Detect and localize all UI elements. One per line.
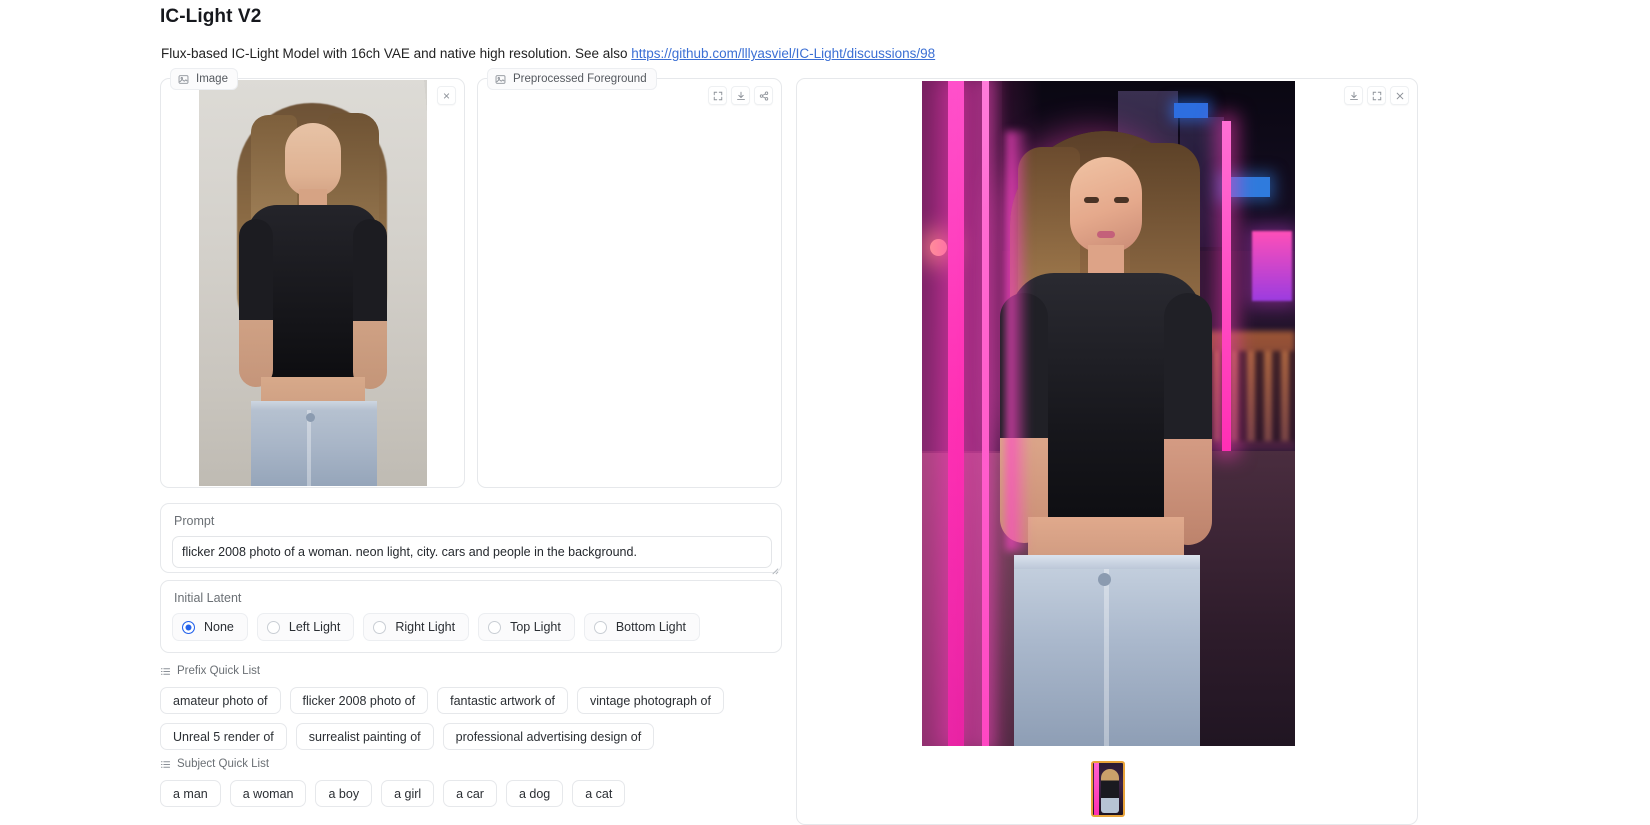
share-icon[interactable] (754, 86, 773, 105)
prefix-quick-list-chips: amateur photo of flicker 2008 photo of f… (160, 687, 800, 750)
prompt-input[interactable]: flicker 2008 photo of a woman. neon ligh… (172, 536, 772, 568)
subject-chip[interactable]: a cat (572, 780, 626, 807)
output-image[interactable] (922, 81, 1295, 746)
prefix-chip[interactable]: surrealist painting of (295, 723, 434, 750)
prefix-quick-list-header[interactable]: Prefix Quick List (160, 665, 260, 677)
radio-indicator (373, 620, 387, 634)
fullscreen-icon[interactable] (708, 86, 727, 105)
prompt-card: Prompt flicker 2008 photo of a woman. ne… (160, 503, 782, 575)
preprocessed-foreground-panel[interactable]: Preprocessed Foreground (477, 68, 782, 488)
input-image-preview[interactable] (162, 80, 463, 486)
radio-indicator (182, 620, 195, 634)
prefix-chip[interactable]: Unreal 5 render of (160, 723, 287, 750)
preprocessed-foreground-tag: Preprocessed Foreground (487, 68, 657, 90)
subject-chip[interactable]: a woman (229, 780, 307, 807)
prefix-quick-list-label: Prefix Quick List (177, 665, 261, 677)
subject-chip[interactable]: a boy (315, 780, 373, 807)
radio-label: None (204, 620, 234, 634)
radio-label: Left Light (288, 620, 341, 634)
initial-latent-label: Initial Latent (174, 591, 242, 605)
subject-chip[interactable]: a man (160, 780, 221, 807)
fullscreen-icon[interactable] (1367, 86, 1386, 105)
list-icon (160, 666, 171, 677)
input-photo (198, 80, 427, 486)
prefix-chip[interactable]: professional advertising design of (442, 723, 655, 750)
subject-quick-list-chips: a man a woman a boy a girl a car a dog a… (160, 780, 800, 807)
description-text: Flux-based IC-Light Model with 16ch VAE … (161, 46, 632, 61)
radio-option-right-light[interactable]: Right Light (363, 613, 470, 641)
discussions-link[interactable]: https://github.com/lllyasviel/IC-Light/d… (631, 46, 935, 61)
close-icon[interactable] (1390, 86, 1409, 105)
output-panel[interactable] (796, 78, 1418, 825)
radio-option-left-light[interactable]: Left Light (256, 613, 355, 641)
input-image-panel[interactable]: Image × (160, 68, 465, 488)
subject-chip[interactable]: a girl (381, 780, 435, 807)
output-thumbnail-strip[interactable] (798, 752, 1416, 823)
radio-label: Right Light (395, 620, 456, 634)
subject-chip[interactable]: a dog (505, 780, 564, 807)
subject-chip[interactable]: a car (443, 780, 497, 807)
output-thumbnail[interactable] (1091, 760, 1125, 817)
prefix-chip[interactable]: vintage photograph of (577, 687, 724, 714)
radio-option-top-light[interactable]: Top Light (478, 613, 575, 641)
radio-option-bottom-light[interactable]: Bottom Light (583, 613, 701, 641)
download-icon[interactable] (1344, 86, 1363, 105)
page-description: Flux-based IC-Light Model with 16ch VAE … (161, 46, 935, 61)
initial-latent-card: Initial Latent None Left Light Right Lig… (160, 580, 782, 653)
download-icon[interactable] (731, 86, 750, 105)
app-root: IC-Light V2 Flux-based IC-Light Model wi… (0, 0, 1650, 825)
radio-indicator (593, 620, 607, 634)
subject-quick-list-header[interactable]: Subject Quick List (160, 758, 269, 770)
prefix-chip[interactable]: flicker 2008 photo of (289, 687, 429, 714)
subject-quick-list-label: Subject Quick List (177, 758, 270, 770)
radio-label: Bottom Light (615, 620, 687, 634)
prefix-chip[interactable]: fantastic artwork of (437, 687, 568, 714)
resize-grip-icon[interactable] (770, 562, 779, 575)
output-toolbar (1344, 86, 1409, 105)
radio-option-none[interactable]: None (172, 613, 248, 641)
list-icon (160, 759, 171, 770)
remove-image-button[interactable]: × (437, 86, 456, 105)
prefix-chip[interactable]: amateur photo of (160, 687, 281, 714)
input-image-tag: Image (170, 68, 238, 90)
image-icon (495, 74, 506, 85)
radio-indicator (266, 620, 280, 634)
initial-latent-radio-group: None Left Light Right Light Top Light Bo… (172, 613, 701, 641)
output-gallery (798, 80, 1416, 823)
radio-label: Top Light (510, 620, 561, 634)
preprocessed-foreground-toolbar (708, 86, 773, 105)
input-image-label: Image (196, 73, 228, 85)
radio-indicator (488, 620, 502, 634)
prompt-label: Prompt (174, 514, 215, 528)
preprocessed-foreground-label: Preprocessed Foreground (513, 73, 647, 85)
image-icon (178, 74, 189, 85)
page-title: IC-Light V2 (160, 6, 262, 27)
